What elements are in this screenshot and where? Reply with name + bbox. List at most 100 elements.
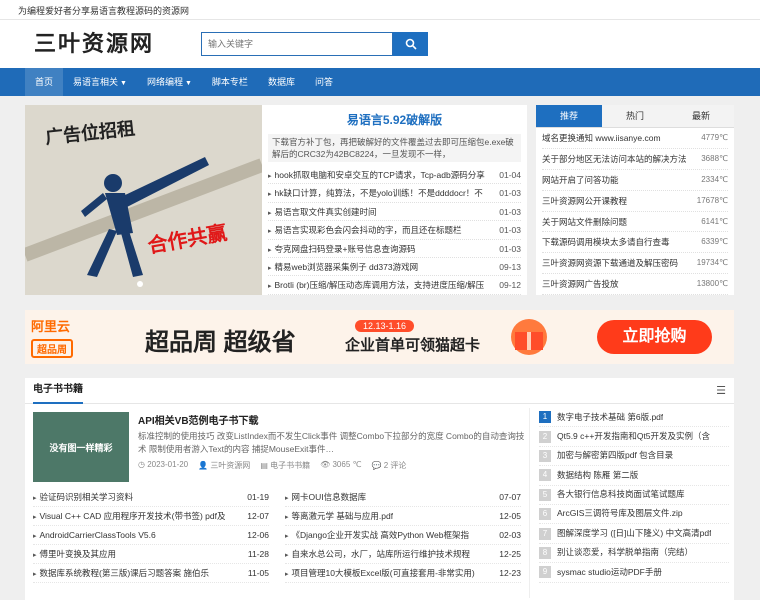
ranked-item-title[interactable]: 数字电子技术基础 第6版.pdf xyxy=(557,408,663,427)
list-item[interactable]: 网站开启了问答功能 2334℃ xyxy=(542,170,728,191)
list-item[interactable]: 自来水总公司，水厂，站库所运行维护技术规程 12-25 xyxy=(285,545,521,564)
nav-item-home[interactable]: 首页 xyxy=(25,68,64,96)
list-item[interactable]: 傅里叶变换及其应用 11-28 xyxy=(33,545,269,564)
tab-popular[interactable]: 热门 xyxy=(602,105,668,127)
list-item-title[interactable]: Visual C++ CAD 应用程序开发技术(带书签) pdf及 xyxy=(33,507,226,525)
headline-title[interactable]: 易语言5.92破解版 xyxy=(262,105,527,128)
list-item[interactable]: 等离激元学 基础与应用.pdf 12-05 xyxy=(285,507,521,526)
ranked-item-title[interactable]: 各大银行信息科技岗面试笔试题库 xyxy=(557,485,685,504)
ranked-item-title[interactable]: 别让谈恋爱，科学脱单指南（完结） xyxy=(557,543,693,562)
top-tagline-bar: 为编程爱好者分享易语言教程源码的资源网 xyxy=(0,0,760,20)
meta-author[interactable]: 👤 三叶资源网 xyxy=(198,460,250,471)
nav-item-qa[interactable]: 问答 xyxy=(305,68,343,96)
tab-recommended[interactable]: 推荐 xyxy=(536,105,602,127)
list-item-title[interactable]: AndroidCarrierClassTools V5.6 xyxy=(33,526,156,544)
ranked-item-title[interactable]: sysmac studio运动PDF手册 xyxy=(557,563,662,582)
ranked-item[interactable]: 9 sysmac studio运动PDF手册 xyxy=(539,563,729,583)
list-item[interactable]: 精易web浏览器采集例子 dd373游戏网 09-13 xyxy=(268,258,521,277)
nav-item-network[interactable]: 网络编程 ▼ xyxy=(137,68,202,96)
list-item[interactable]: 验证码识别相关学习资料 01-19 xyxy=(33,488,269,507)
list-item[interactable]: 下载源码调用模块太多请自行查毒 6339℃ xyxy=(542,232,728,254)
list-item-title[interactable]: 网站开启了问答功能 xyxy=(542,170,692,190)
list-item[interactable]: 网卡OUI信息数据库 07-07 xyxy=(285,488,521,507)
list-item-date: 11-28 xyxy=(247,549,269,559)
feature-thumbnail[interactable]: 没有图一样精彩 xyxy=(33,412,129,482)
ranked-item-title[interactable]: 数据结构 陈雁 第二版 xyxy=(557,466,638,485)
list-item-title[interactable]: 数据库系统教程(第三版)课后习题答案 施伯乐 xyxy=(33,564,210,582)
list-item-title[interactable]: 三叶资源网资源下载通道及解压密码 xyxy=(542,253,692,273)
list-item[interactable]: 数据库系统教程(第三版)课后习题答案 施伯乐 11-05 xyxy=(33,564,269,583)
list-item-title[interactable]: 三叶资源网公开课教程 xyxy=(542,191,692,211)
aliyun-ad-banner[interactable]: 阿里云 超品周 超品周 超级省 12.13-1.16 企业首单可领猫超卡 立即抢… xyxy=(25,310,734,364)
list-item-title[interactable]: 网卡OUI信息数据库 xyxy=(285,488,367,506)
list-item-title[interactable]: 三叶资源网广告投放 xyxy=(542,274,692,294)
meta-category[interactable]: ▤ 电子书书籍 xyxy=(260,460,310,471)
list-item-title[interactable]: 项目管理10大模板Excel版(可直接套用-非常实用) xyxy=(285,564,475,582)
ad-banner-slide[interactable]: 广告位招租 合作共赢 xyxy=(25,105,262,295)
list-item[interactable]: 易语言实现彩色会闪会抖动的字，而且还在标题栏 01-03 xyxy=(268,221,521,240)
list-item[interactable]: Brotli (br)压缩/解压动态库调用方法，支持进度压缩/解压 09-12 xyxy=(268,276,521,295)
buy-now-button[interactable]: 立即抢购 xyxy=(597,320,712,354)
list-item[interactable]: 《Django企业开发实战 高效Python Web框架指 02-03 xyxy=(285,526,521,545)
list-item-title[interactable]: 关于部分地区无法访问本站的解决方法 xyxy=(542,149,692,169)
feature-description: 标准控制的使用技巧 改变ListIndex而不发生Click事件 调整Combo… xyxy=(138,431,525,454)
list-item[interactable]: 夸克网盘扫码登录+账号信息查询源码 01-03 xyxy=(268,240,521,258)
list-item-date: 01-03 xyxy=(499,225,521,236)
list-item-title[interactable]: 易语言实现彩色会闪会抖动的字，而且还在标题栏 xyxy=(268,221,486,238)
list-item[interactable]: 易语言取文件真实创建时间 01-03 xyxy=(268,203,521,222)
ranked-item-title[interactable]: ArcGIS三调符号库及图层文件.zip xyxy=(557,504,683,523)
list-item-title[interactable]: 精易web浏览器采集例子 dd373游戏网 xyxy=(268,258,486,275)
list-item[interactable]: 三叶资源网广告投放 13800℃ xyxy=(542,274,728,296)
ranked-item[interactable]: 1 数字电子技术基础 第6版.pdf xyxy=(539,408,729,428)
ranked-item-title[interactable]: Qt5.9 c++开发指南和Qt5开发及实例（含 xyxy=(557,427,710,446)
list-item[interactable]: 项目管理10大模板Excel版(可直接套用-非常实用) 12-23 xyxy=(285,564,521,583)
list-item-title[interactable]: 易语言取文件真实创建时间 xyxy=(268,203,486,220)
search-button[interactable] xyxy=(393,32,428,56)
search-input[interactable] xyxy=(201,32,393,56)
ranked-item[interactable]: 7 图解深度学习 ([日]山下隆义) 中文高清pdf xyxy=(539,524,729,544)
rank-number: 8 xyxy=(539,546,551,559)
carousel-dot[interactable] xyxy=(137,281,143,287)
book-list-left: 验证码识别相关学习资料 01-19 Visual C++ CAD 应用程序开发技术(… xyxy=(33,488,269,583)
list-item[interactable]: 三叶资源网公开课教程 17678℃ xyxy=(542,191,728,212)
list-item-title[interactable]: 等离激元学 基础与应用.pdf xyxy=(285,507,394,525)
ranked-item-title[interactable]: 图解深度学习 ([日]山下隆义) 中文高清pdf xyxy=(557,524,711,543)
ranked-item[interactable]: 4 数据结构 陈雁 第二版 xyxy=(539,466,729,486)
list-item-title[interactable]: 验证码识别相关学习资料 xyxy=(33,488,134,506)
ranked-item[interactable]: 3 加密与解密第四版pdf 包含目录 xyxy=(539,446,729,467)
list-item-title[interactable]: Brotli (br)压缩/解压动态库调用方法，支持进度压缩/解压 xyxy=(268,276,486,293)
list-item-title[interactable]: 下载源码调用模块太多请自行查毒 xyxy=(542,232,692,252)
feature-title[interactable]: API相关VB范例电子书下载 xyxy=(138,412,259,427)
meta-comments[interactable]: 💬 2 评论 xyxy=(372,460,407,471)
list-item[interactable]: 域名更换通知 www.iisanye.com 4779℃ xyxy=(542,128,728,149)
list-item[interactable]: Visual C++ CAD 应用程序开发技术(带书签) pdf及 12-07 xyxy=(33,507,269,526)
list-item[interactable]: 三叶资源网资源下载通道及解压密码 19734℃ xyxy=(542,253,728,275)
list-item-title[interactable]: 夸克网盘扫码登录+账号信息查询源码 xyxy=(268,240,486,257)
site-logo[interactable]: 三叶资源网 xyxy=(34,26,154,58)
nav-item-database[interactable]: 数据库 xyxy=(258,68,305,96)
list-item[interactable]: hook抓取电脑和安卓交互的TCP请求，Tcp-adb源码分享 01-04 xyxy=(268,166,521,185)
nav-item-scripts[interactable]: 脚本专栏 xyxy=(202,68,258,96)
list-menu-icon[interactable]: ☰ xyxy=(716,384,726,397)
list-item[interactable]: 关于部分地区无法访问本站的解决方法 3688℃ xyxy=(542,149,728,170)
list-item[interactable]: hk缺口计算，纯算法，不是yolo训练！不是ddddocr！不 01-03 xyxy=(268,184,521,203)
list-item-title[interactable]: hk缺口计算，纯算法，不是yolo训练！不是ddddocr！不 xyxy=(268,184,486,201)
list-item-title[interactable]: 自来水总公司，水厂，站库所运行维护技术规程 xyxy=(285,545,471,563)
list-item-title[interactable]: 域名更换通知 www.iisanye.com xyxy=(542,128,692,148)
list-item-title[interactable]: hook抓取电脑和安卓交互的TCP请求，Tcp-adb源码分享 xyxy=(268,166,486,183)
list-item-title[interactable]: 《Django企业开发实战 高效Python Web框架指 xyxy=(285,526,469,544)
ranked-item[interactable]: 5 各大银行信息科技岗面试笔试题库 xyxy=(539,486,729,505)
ranked-item[interactable]: 8 别让谈恋爱，科学脱单指南（完结） xyxy=(539,543,729,564)
ranked-item[interactable]: 6 ArcGIS三调符号库及图层文件.zip xyxy=(539,504,729,525)
nav-item-eyuyan[interactable]: 易语言相关 ▼ xyxy=(63,68,137,96)
list-item[interactable]: 关于网站文件删除问题 6141℃ xyxy=(542,212,728,233)
tab-latest[interactable]: 最新 xyxy=(668,105,734,127)
ranked-item[interactable]: 2 Qt5.9 c++开发指南和Qt5开发及实例（含 xyxy=(539,427,729,447)
list-item[interactable]: AndroidCarrierClassTools V5.6 12-06 xyxy=(33,526,269,545)
ranked-item-title[interactable]: 加密与解密第四版pdf 包含目录 xyxy=(557,446,673,465)
list-item-title[interactable]: 傅里叶变换及其应用 xyxy=(33,545,117,563)
section-title[interactable]: 电子书书籍 xyxy=(33,378,83,404)
ad-gift-icon xyxy=(501,316,559,358)
ad-brand-sub: 超品周 xyxy=(31,339,73,358)
list-item-title[interactable]: 关于网站文件删除问题 xyxy=(542,212,692,232)
